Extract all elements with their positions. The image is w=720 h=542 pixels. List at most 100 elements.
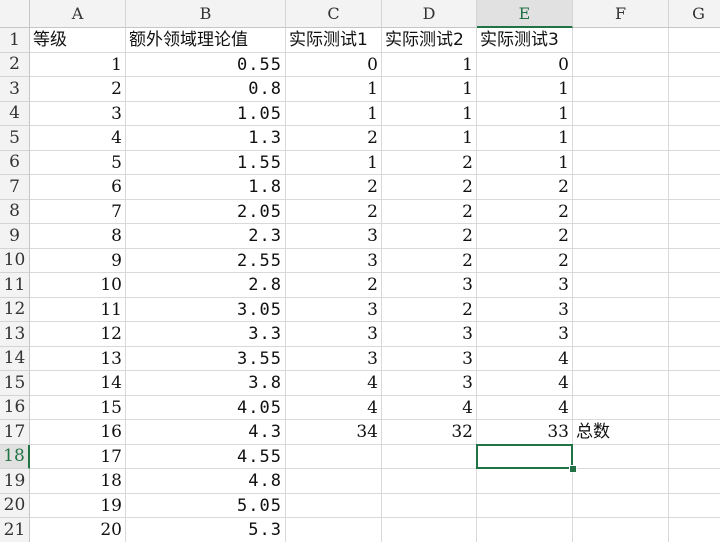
cell-F17[interactable]: 总数: [573, 420, 669, 445]
cell-E9[interactable]: 2: [477, 224, 573, 249]
cell-A5[interactable]: 4: [30, 126, 126, 151]
row-header-6[interactable]: 6: [0, 150, 30, 175]
cell-D8[interactable]: 2: [382, 199, 477, 224]
cell-G10[interactable]: [669, 249, 720, 273]
row-header-1[interactable]: 1: [0, 28, 30, 53]
cell-G21[interactable]: [669, 518, 720, 542]
cell-D1[interactable]: 实际测试2: [382, 28, 477, 53]
row-header-12[interactable]: 12: [0, 297, 30, 322]
column-header-G[interactable]: G: [669, 0, 720, 28]
cell-E11[interactable]: 3: [477, 273, 573, 298]
cell-D13[interactable]: 3: [382, 322, 477, 347]
cell-F7[interactable]: [573, 175, 669, 200]
spreadsheet-grid[interactable]: ABCDEFG 1 2 3 4 5 6 7 8 9 10 11 12 13 14 15 16 17 18 19 20 2…: [0, 0, 720, 542]
cell-E6[interactable]: 1: [477, 150, 573, 175]
cell-G13[interactable]: [669, 322, 720, 347]
row-header-7[interactable]: 7: [0, 175, 30, 200]
column-header-F[interactable]: F: [573, 0, 669, 28]
cell-A20[interactable]: 19: [30, 493, 126, 518]
column-header-D[interactable]: D: [382, 0, 477, 28]
cell-G15[interactable]: [669, 371, 720, 396]
cell-E1[interactable]: 实际测试3: [477, 28, 573, 53]
cell-B10[interactable]: 2.55: [126, 248, 286, 273]
cell-D11[interactable]: 3: [382, 273, 477, 298]
row-header-2[interactable]: 2: [0, 52, 30, 77]
cell-D2[interactable]: 1: [382, 52, 477, 77]
cell-B18[interactable]: 4.55: [126, 444, 286, 469]
row-header-17[interactable]: 17: [0, 420, 30, 445]
cell-F10[interactable]: [573, 248, 669, 273]
cell-A17[interactable]: 16: [30, 420, 126, 445]
cell-A7[interactable]: 6: [30, 175, 126, 200]
cell-B3[interactable]: 0.8: [126, 77, 286, 102]
cell-A8[interactable]: 7: [30, 199, 126, 224]
row-header-8[interactable]: 8: [0, 199, 30, 224]
cell-F3[interactable]: [573, 77, 669, 102]
cell-F4[interactable]: [573, 101, 669, 126]
cell-B12[interactable]: 3.05: [126, 297, 286, 322]
cell-A6[interactable]: 5: [30, 150, 126, 175]
row-header-4[interactable]: 4: [0, 101, 30, 126]
cell-B2[interactable]: 0.55: [126, 52, 286, 77]
cell-D14[interactable]: 3: [382, 346, 477, 371]
cell-C16[interactable]: 4: [286, 395, 382, 420]
cell-B5[interactable]: 1.3: [126, 126, 286, 151]
cell-B15[interactable]: 3.8: [126, 371, 286, 396]
cell-C5[interactable]: 2: [286, 126, 382, 151]
row-header-20[interactable]: 20: [0, 493, 30, 518]
cell-B8[interactable]: 2.05: [126, 199, 286, 224]
cell-B4[interactable]: 1.05: [126, 101, 286, 126]
cell-E7[interactable]: 2: [477, 175, 573, 200]
cell-B11[interactable]: 2.8: [126, 273, 286, 298]
cell-E15[interactable]: 4: [477, 371, 573, 396]
cell-B19[interactable]: 4.8: [126, 469, 286, 494]
cell-G1[interactable]: [669, 28, 720, 53]
cell-D9[interactable]: 2: [382, 224, 477, 249]
cell-D16[interactable]: 4: [382, 395, 477, 420]
cell-G18[interactable]: [669, 445, 720, 469]
cell-F16[interactable]: [573, 395, 669, 420]
cell-E21[interactable]: [477, 518, 573, 542]
cell-F13[interactable]: [573, 322, 669, 347]
cell-G5[interactable]: [669, 126, 720, 151]
cell-E5[interactable]: 1: [477, 126, 573, 151]
cell-G3[interactable]: [669, 77, 720, 102]
cell-G12[interactable]: [669, 298, 720, 322]
cell-C13[interactable]: 3: [286, 322, 382, 347]
cell-E12[interactable]: 3: [477, 297, 573, 322]
cell-D7[interactable]: 2: [382, 175, 477, 200]
active-cell-E18[interactable]: [476, 443, 573, 469]
cell-E16[interactable]: 4: [477, 395, 573, 420]
cell-B14[interactable]: 3.55: [126, 346, 286, 371]
cell-C7[interactable]: 2: [286, 175, 382, 200]
cell-C3[interactable]: 1: [286, 77, 382, 102]
row-header-21[interactable]: 21: [0, 518, 30, 542]
cell-F9[interactable]: [573, 224, 669, 249]
cell-D12[interactable]: 2: [382, 297, 477, 322]
cell-D20[interactable]: [382, 493, 477, 518]
cell-B20[interactable]: 5.05: [126, 493, 286, 518]
cell-E8[interactable]: 2: [477, 199, 573, 224]
cell-A15[interactable]: 14: [30, 371, 126, 396]
cell-E4[interactable]: 1: [477, 101, 573, 126]
cell-D3[interactable]: 1: [382, 77, 477, 102]
cell-A11[interactable]: 10: [30, 273, 126, 298]
cell-E17[interactable]: 33: [477, 420, 573, 445]
cell-F2[interactable]: [573, 52, 669, 77]
cell-C15[interactable]: 4: [286, 371, 382, 396]
row-header-19[interactable]: 19: [0, 469, 30, 494]
cell-C8[interactable]: 2: [286, 199, 382, 224]
cell-C17[interactable]: 34: [286, 420, 382, 445]
cell-G9[interactable]: [669, 224, 720, 249]
cell-C18[interactable]: [286, 444, 382, 469]
cell-A9[interactable]: 8: [30, 224, 126, 249]
row-header-14[interactable]: 14: [0, 346, 30, 371]
row-header-5[interactable]: 5: [0, 126, 30, 151]
cell-D6[interactable]: 2: [382, 150, 477, 175]
cell-F8[interactable]: [573, 199, 669, 224]
row-header-3[interactable]: 3: [0, 77, 30, 102]
cell-D17[interactable]: 32: [382, 420, 477, 445]
cell-B21[interactable]: 5.3: [126, 518, 286, 542]
cell-D19[interactable]: [382, 469, 477, 494]
cell-C10[interactable]: 3: [286, 248, 382, 273]
